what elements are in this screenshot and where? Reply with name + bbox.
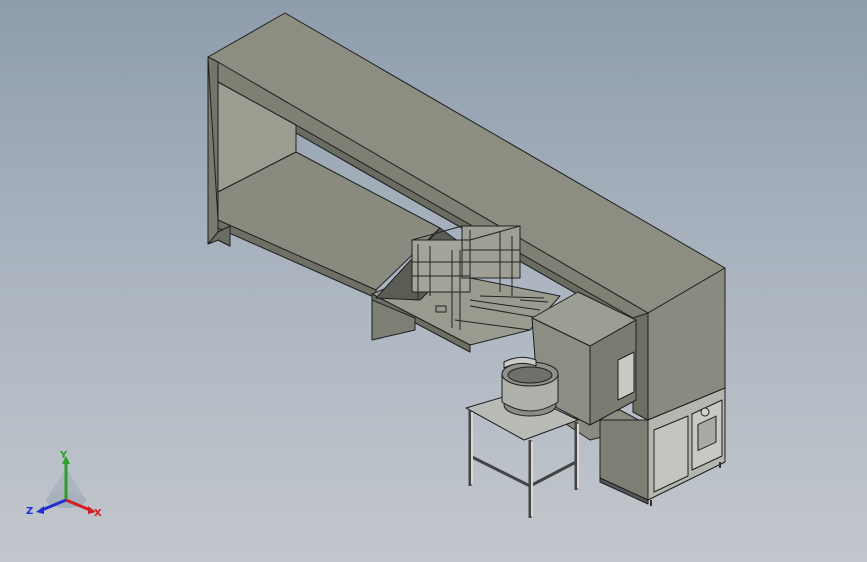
emergency-stop-button <box>700 407 710 417</box>
feeder-box-window <box>617 351 635 401</box>
y-axis-label: Y <box>59 450 68 461</box>
z-axis-label: Z <box>26 506 33 517</box>
cabinet-body <box>599 419 649 501</box>
vibratory-bowl-inner <box>507 366 553 384</box>
coordinate-triad: Y Z X <box>26 450 102 519</box>
x-axis-label: X <box>94 508 102 519</box>
z-axis-arrow <box>36 506 44 514</box>
machine-assembly-model[interactable] <box>0 0 867 562</box>
graphics-viewport[interactable]: Y Z X <box>0 0 867 562</box>
